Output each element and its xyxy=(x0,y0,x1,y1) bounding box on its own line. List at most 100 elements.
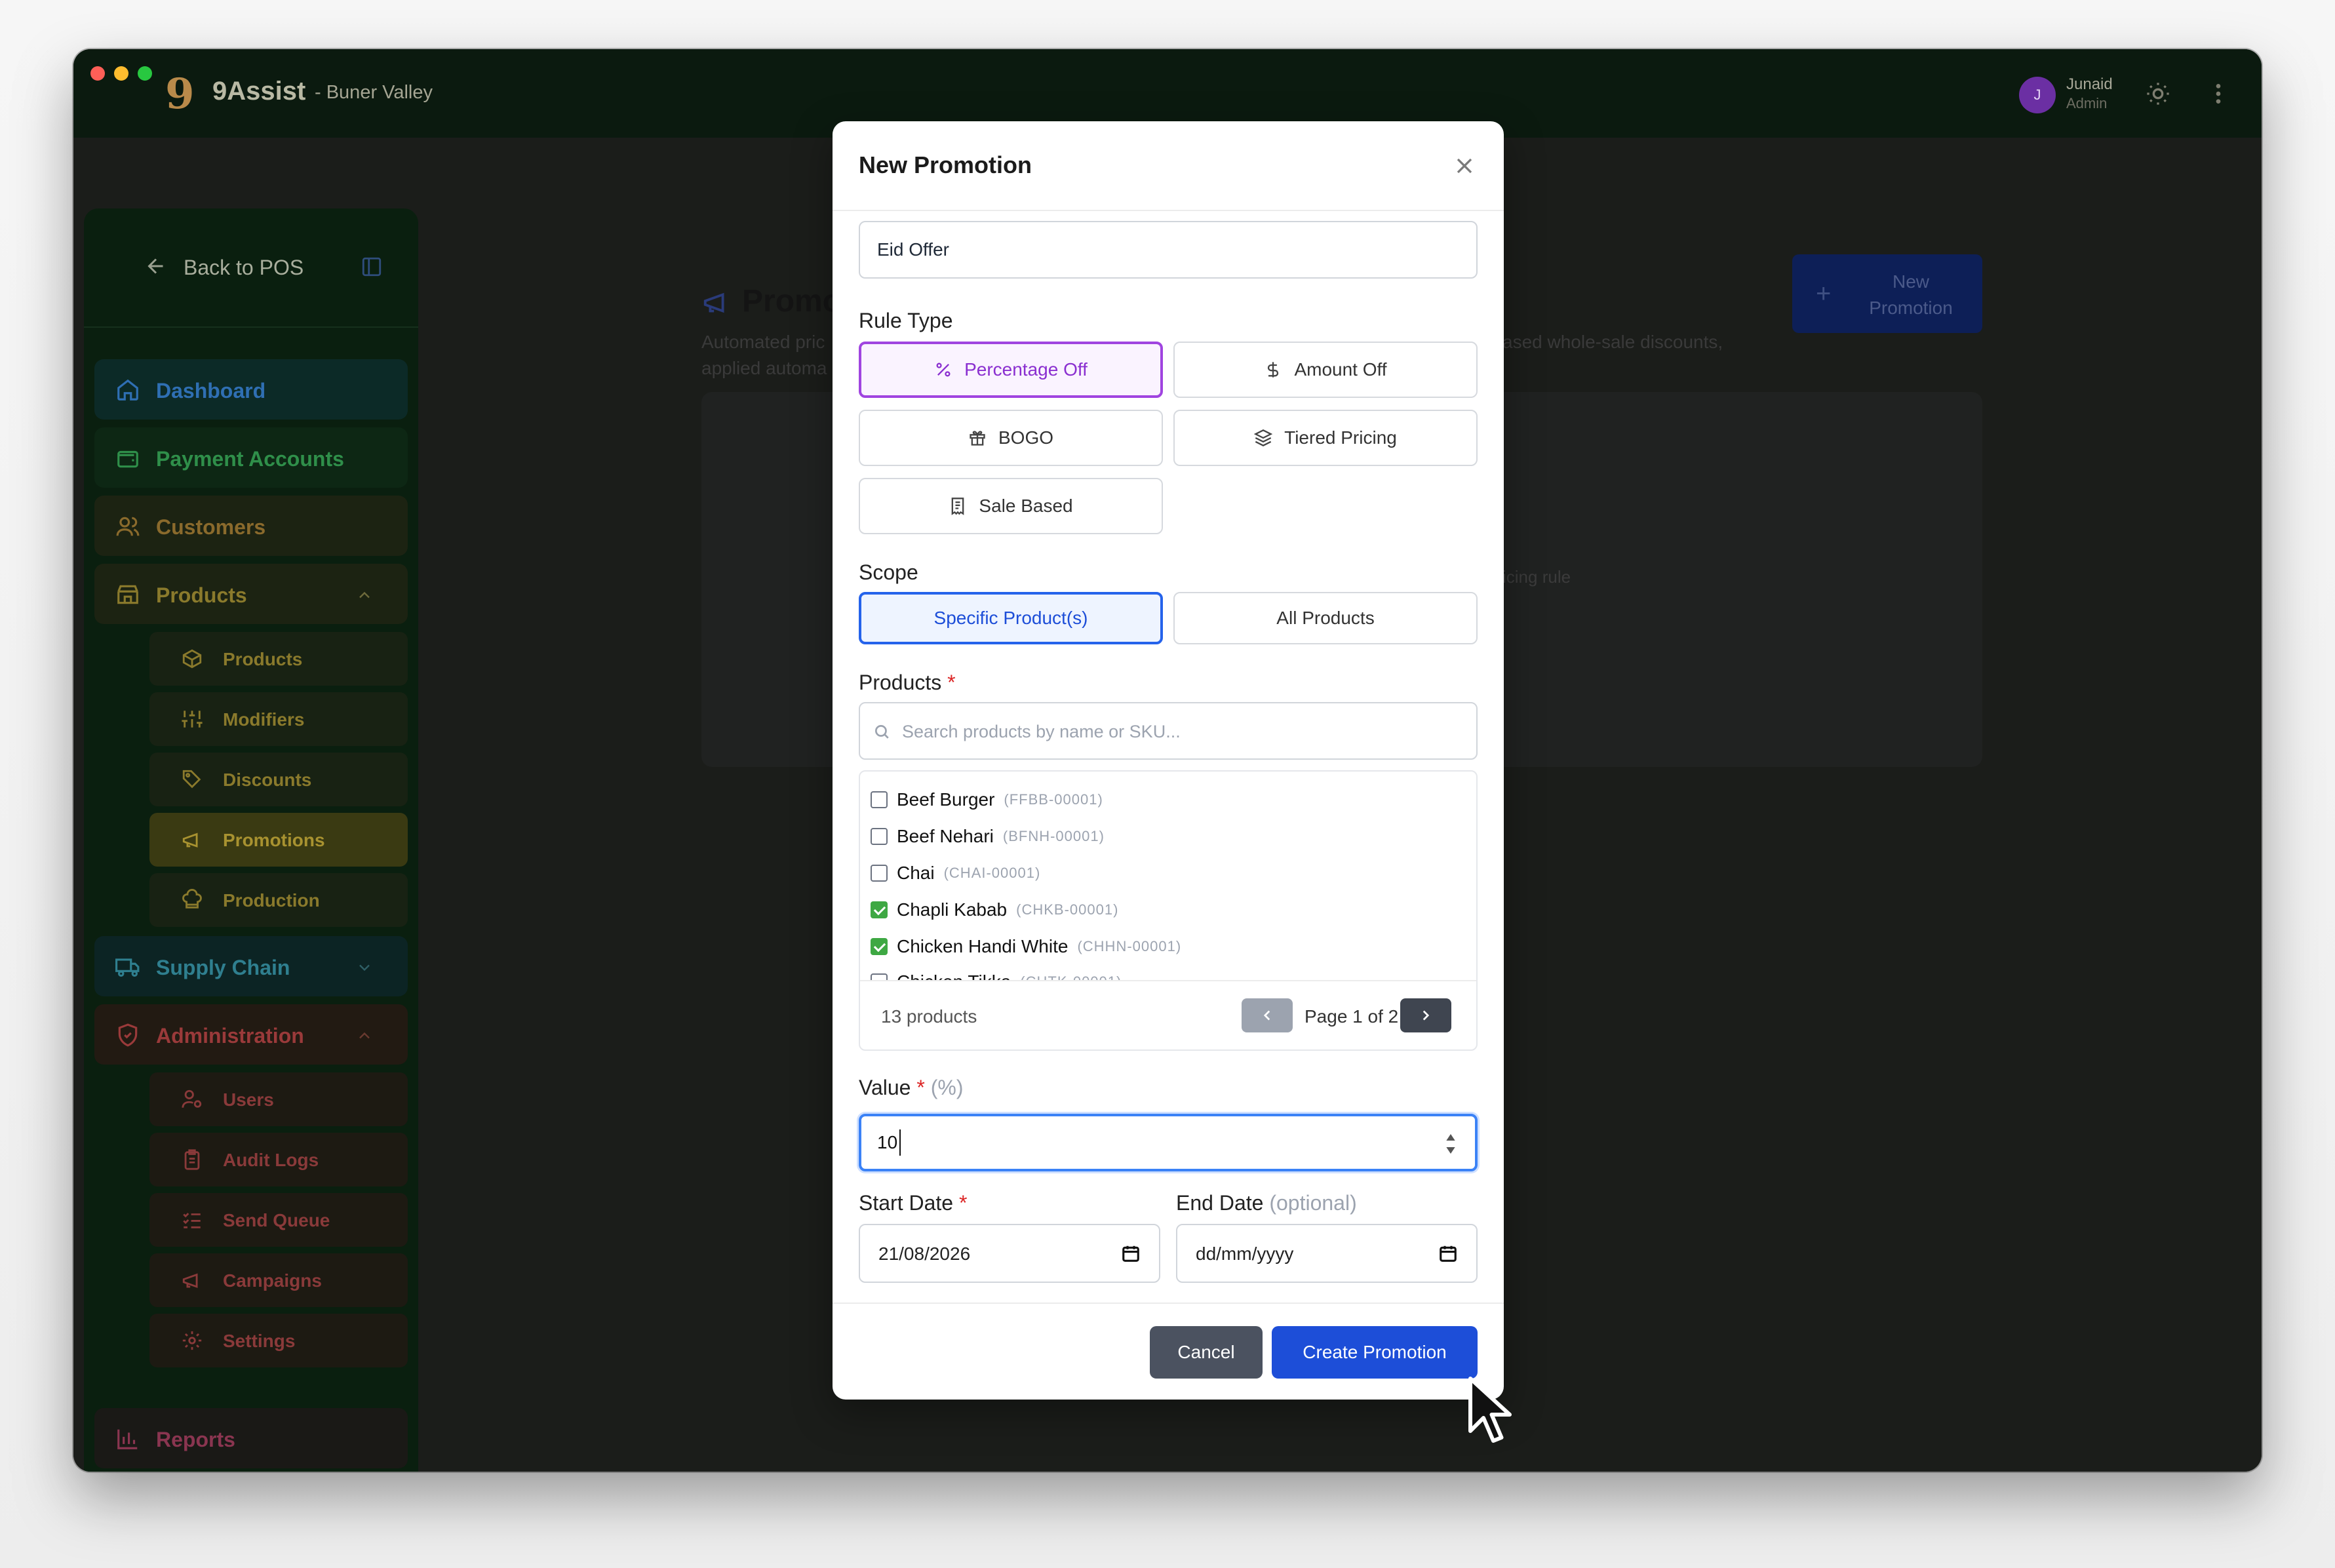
sidebar-subitem-production[interactable]: Production xyxy=(149,873,408,927)
sidebar-item-label: Reports xyxy=(156,1428,235,1451)
box-icon xyxy=(182,649,202,669)
sidebar-subitem-users[interactable]: Users xyxy=(149,1072,408,1126)
product-checkbox[interactable] xyxy=(871,901,888,918)
tag-icon xyxy=(182,770,201,789)
cancel-button[interactable]: Cancel xyxy=(1150,1326,1263,1379)
sidebar-item-dashboard[interactable]: Dashboard xyxy=(94,359,408,420)
user-role: Admin xyxy=(2066,95,2108,111)
sun-icon[interactable] xyxy=(2145,81,2171,107)
product-name: Chapli Kabab xyxy=(897,899,1008,920)
modal-title: New Promotion xyxy=(859,151,1032,178)
list-item[interactable]: Chapli Kabab (CHKB-00001) xyxy=(871,893,1118,926)
create-promotion-button[interactable]: Create Promotion xyxy=(1272,1326,1478,1379)
end-date-input[interactable]: dd/mm/yyyy xyxy=(1176,1224,1478,1283)
number-stepper-icon[interactable] xyxy=(1443,1131,1458,1157)
sidebar-collapse-icon[interactable] xyxy=(361,256,383,278)
sidebar-subitem-modifiers[interactable]: Modifiers xyxy=(149,692,408,746)
clipboard-icon xyxy=(184,1149,200,1170)
value-label-text: Value xyxy=(859,1076,911,1099)
sidebar-item-administration[interactable]: Administration xyxy=(94,1004,408,1065)
sidebar-item-supply-chain[interactable]: Supply Chain xyxy=(94,936,408,996)
previous-page-button[interactable] xyxy=(1242,998,1293,1032)
product-list-scroll[interactable]: Beef Burger (FFBB-00001) Beef Nehari (BF… xyxy=(860,772,1476,980)
value-input[interactable]: 10 xyxy=(859,1114,1478,1171)
sidebar-subitem-send-queue[interactable]: Send Queue xyxy=(149,1193,408,1247)
list-item[interactable]: Chicken Tikka (CHTK-00001) xyxy=(871,966,1122,980)
list-item[interactable]: Chicken Handi White (CHHN-00001) xyxy=(871,930,1181,963)
value-unit: (%) xyxy=(930,1076,964,1099)
receipt-icon xyxy=(952,498,964,515)
search-input[interactable] xyxy=(902,715,1466,748)
sidebar-item-reports[interactable]: Reports xyxy=(94,1408,408,1468)
chevron-up-icon xyxy=(359,1032,370,1039)
rule-bogo-button[interactable]: BOGO xyxy=(859,410,1163,466)
percent-icon xyxy=(936,363,951,377)
sidebar-subitem-products[interactable]: Products xyxy=(149,632,408,686)
sidebar-subitem-discounts[interactable]: Discounts xyxy=(149,753,408,806)
sliders-icon xyxy=(182,711,203,728)
promotion-name-input[interactable]: Eid Offer xyxy=(859,221,1478,279)
product-checkbox[interactable] xyxy=(871,973,888,980)
rule-sale-based-button[interactable]: Sale Based xyxy=(859,478,1163,534)
next-page-button[interactable] xyxy=(1400,998,1451,1032)
page-description: ased whole-sale discounts, xyxy=(1502,332,1723,352)
home-icon xyxy=(117,379,138,401)
product-sku: (CHTK-00001) xyxy=(1020,973,1122,980)
scope-specific-products-button[interactable]: Specific Product(s) xyxy=(859,592,1163,644)
product-search[interactable] xyxy=(859,702,1478,760)
user-cog-icon xyxy=(182,1089,202,1108)
app-title: 9Assist xyxy=(212,77,306,106)
chevron-left-icon xyxy=(1263,1010,1270,1021)
scope-all-products-button[interactable]: All Products xyxy=(1173,592,1478,644)
optional-mark: (optional) xyxy=(1269,1191,1357,1215)
product-checkbox[interactable] xyxy=(871,791,888,808)
product-list: Beef Burger (FFBB-00001) Beef Nehari (BF… xyxy=(859,770,1478,1051)
sidebar-subitem-campaigns[interactable]: Campaigns xyxy=(149,1253,408,1307)
rule-type-label: Rule Type xyxy=(859,309,953,332)
avatar[interactable]: J xyxy=(2019,77,2056,113)
list-checks-icon xyxy=(183,1213,201,1228)
minimize-window-button[interactable] xyxy=(114,66,128,81)
empty-state-text: icing rule xyxy=(1502,567,1571,587)
back-to-pos-button[interactable]: Back to POS xyxy=(84,208,418,328)
product-checkbox[interactable] xyxy=(871,865,888,882)
sidebar-item-label: Products xyxy=(156,583,247,607)
close-icon[interactable] xyxy=(1451,153,1478,179)
calendar-icon[interactable] xyxy=(1438,1244,1458,1263)
page-indicator: Page 1 of 2 xyxy=(1305,1006,1399,1027)
rule-tiered-pricing-button[interactable]: Tiered Pricing xyxy=(1173,410,1478,466)
megaphone-icon xyxy=(703,292,724,313)
close-window-button[interactable] xyxy=(90,66,105,81)
rule-amount-off-button[interactable]: Amount Off xyxy=(1173,342,1478,398)
page-description: applied automa xyxy=(701,358,827,378)
list-item[interactable]: Chai (CHAI-00001) xyxy=(871,857,1040,890)
search-icon xyxy=(874,724,889,739)
product-checkbox[interactable] xyxy=(871,938,888,955)
sidebar-subitem-audit-logs[interactable]: Audit Logs xyxy=(149,1133,408,1186)
required-mark: * xyxy=(916,1076,925,1099)
sidebar-subitem-promotions[interactable]: Promotions xyxy=(149,813,408,867)
product-checkbox[interactable] xyxy=(871,828,888,845)
new-promotion-button[interactable]: + New Promotion xyxy=(1792,254,1982,333)
sidebar-item-customers[interactable]: Customers xyxy=(94,496,408,556)
page-title: Promo xyxy=(742,284,842,319)
layers-icon xyxy=(1254,429,1273,446)
maximize-window-button[interactable] xyxy=(138,66,152,81)
sidebar-item-products[interactable]: Products xyxy=(94,564,408,624)
sidebar-subitem-settings[interactable]: Settings xyxy=(149,1314,408,1367)
new-promotion-modal: New Promotion Eid Offer Rule Type Percen… xyxy=(833,121,1504,1400)
gift-icon xyxy=(970,431,985,446)
rule-percentage-off-button[interactable]: Percentage Off xyxy=(859,342,1163,398)
sidebar-subitem-label: Campaigns xyxy=(223,1270,322,1291)
required-mark: * xyxy=(947,671,956,694)
list-item[interactable]: Beef Nehari (BFNH-00001) xyxy=(871,820,1105,853)
calendar-icon[interactable] xyxy=(1121,1244,1141,1263)
sidebar-item-payment-accounts[interactable]: Payment Accounts xyxy=(94,427,408,488)
truck-icon xyxy=(115,958,140,977)
start-date-input[interactable]: 21/08/2026 xyxy=(859,1224,1160,1283)
more-vertical-icon[interactable] xyxy=(2205,81,2231,107)
list-item[interactable]: Beef Burger (FFBB-00001) xyxy=(871,783,1103,816)
sidebar-subitem-label: Promotions xyxy=(223,830,325,850)
shield-icon xyxy=(118,1023,138,1047)
start-date-label: Start Date * xyxy=(859,1191,967,1215)
